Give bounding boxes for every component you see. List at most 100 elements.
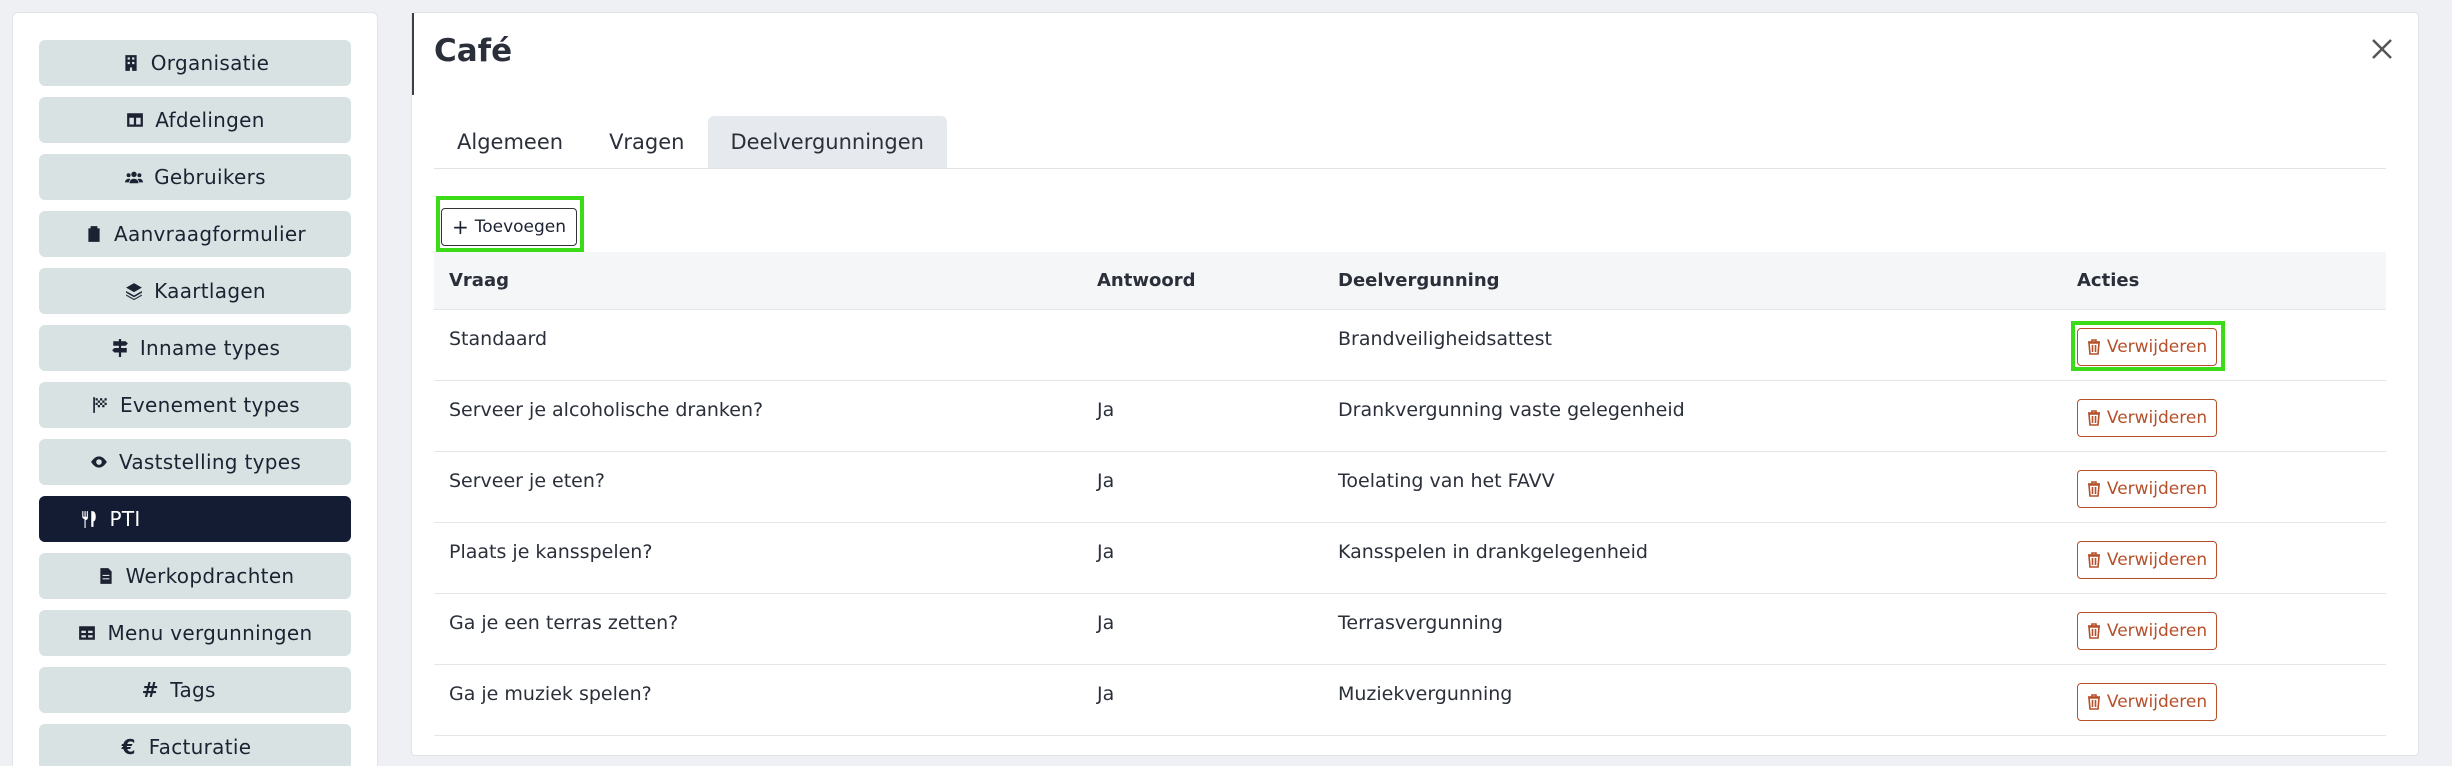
cell-vraag: Plaats je kansspelen?	[449, 541, 653, 563]
page-title: Café	[434, 33, 513, 69]
sidebar: Organisatie Afdelingen Gebruikers Aanvra…	[12, 12, 378, 766]
delete-button[interactable]: Verwijderen	[2077, 470, 2217, 508]
sidebar-item-label: Evenement types	[119, 393, 301, 417]
close-icon	[2372, 39, 2392, 59]
sidebar-item-pti[interactable]: PTI	[39, 496, 351, 542]
table-row: Ga je een terras zetten? Ja Terrasvergun…	[434, 594, 2386, 665]
cell-antwoord: Ja	[1097, 683, 1115, 705]
euro-icon: €	[121, 735, 136, 759]
cell-deelvergunning: Terrasvergunning	[1338, 612, 1503, 634]
delete-button[interactable]: Verwijderen	[2077, 612, 2217, 650]
table-row: Serveer je alcoholische dranken? Ja Dran…	[434, 381, 2386, 452]
hash-icon: #	[141, 678, 159, 702]
grid-table-icon	[77, 623, 97, 643]
cell-antwoord	[1097, 310, 1338, 328]
sidebar-item-aanvraagformulier[interactable]: Aanvraagformulier	[39, 211, 351, 257]
tab-vragen[interactable]: Vragen	[586, 116, 707, 168]
sidebar-item-label: Kaartlagen	[154, 279, 266, 303]
panel-accent-rule	[412, 13, 414, 95]
sidebar-item-facturatie[interactable]: € Facturatie	[39, 724, 351, 766]
building-icon	[121, 53, 141, 73]
close-button[interactable]	[2368, 35, 2396, 63]
trash-icon	[2087, 481, 2100, 497]
utensils-icon	[79, 509, 99, 529]
sidebar-item-label: Vaststelling types	[118, 450, 302, 474]
delete-button[interactable]: Verwijderen	[2077, 399, 2217, 437]
signpost-icon	[110, 338, 130, 358]
cell-acties: Verwijderen	[2061, 310, 2386, 371]
trash-icon	[2087, 410, 2100, 426]
eye-icon	[89, 452, 109, 472]
sidebar-item-label: Facturatie	[148, 735, 252, 759]
add-button[interactable]: + Toevoegen	[441, 208, 577, 246]
column-header-vraag: Vraag	[449, 270, 509, 291]
table-header: Vraag Antwoord Deelvergunning Acties	[434, 252, 2386, 310]
sidebar-item-tags[interactable]: # Tags	[39, 667, 351, 713]
delete-button[interactable]: Verwijderen	[2077, 541, 2217, 579]
plus-icon: +	[451, 215, 469, 239]
sidebar-item-menu-vergunningen[interactable]: Menu vergunningen	[39, 610, 351, 656]
sidebar-item-werkopdrachten[interactable]: Werkopdrachten	[39, 553, 351, 599]
sidebar-item-label: Aanvraagformulier	[114, 222, 306, 246]
cell-deelvergunning: Brandveiligheidsattest	[1338, 328, 1552, 350]
cell-deelvergunning: Muziekvergunning	[1338, 683, 1513, 705]
table-row: Plaats je kansspelen? Ja Kansspelen in d…	[434, 523, 2386, 594]
cell-antwoord: Ja	[1097, 541, 1115, 563]
sidebar-item-label: PTI	[109, 507, 141, 531]
layers-icon	[124, 281, 144, 301]
file-icon	[96, 566, 116, 586]
delete-button-label: Verwijderen	[2106, 337, 2208, 357]
tab-algemeen[interactable]: Algemeen	[434, 116, 586, 168]
cell-deelvergunning: Kansspelen in drankgelegenheid	[1338, 541, 1648, 563]
deelvergunningen-table: Vraag Antwoord Deelvergunning Acties Sta…	[434, 252, 2386, 736]
sidebar-item-label: Gebruikers	[154, 165, 266, 189]
cell-acties: Verwijderen	[2061, 665, 2386, 721]
clipboard-icon	[84, 224, 104, 244]
cell-acties: Verwijderen	[2061, 594, 2386, 650]
add-button-label: Toevoegen	[474, 217, 567, 237]
detail-panel: Café Algemeen Vragen Deelvergunningen + …	[411, 12, 2419, 756]
cell-antwoord: Ja	[1097, 612, 1115, 634]
sidebar-item-label: Organisatie	[150, 51, 270, 75]
sidebar-item-inname-types[interactable]: Inname types	[39, 325, 351, 371]
sidebar-item-afdelingen[interactable]: Afdelingen	[39, 97, 351, 143]
cell-deelvergunning: Drankvergunning vaste gelegenheid	[1338, 399, 1685, 421]
trash-icon	[2087, 623, 2100, 639]
table-layout-icon	[125, 110, 145, 130]
cell-acties: Verwijderen	[2061, 381, 2386, 437]
trash-icon	[2087, 552, 2100, 568]
cell-acties: Verwijderen	[2061, 452, 2386, 508]
sidebar-item-evenement-types[interactable]: Evenement types	[39, 382, 351, 428]
cell-vraag: Ga je een terras zetten?	[449, 612, 679, 634]
sidebar-item-label: Afdelingen	[155, 108, 265, 132]
trash-icon	[2087, 694, 2100, 710]
cell-vraag: Ga je muziek spelen?	[449, 683, 652, 705]
sidebar-item-gebruikers[interactable]: Gebruikers	[39, 154, 351, 200]
sidebar-item-organisatie[interactable]: Organisatie	[39, 40, 351, 86]
table-row: Standaard Brandveiligheidsattest Verwijd…	[434, 310, 2386, 381]
table-row: Serveer je eten? Ja Toelating van het FA…	[434, 452, 2386, 523]
cell-antwoord: Ja	[1097, 470, 1115, 492]
sidebar-item-label: Inname types	[139, 336, 281, 360]
cell-vraag: Standaard	[449, 328, 548, 350]
sidebar-item-label: Tags	[170, 678, 216, 702]
sidebar-item-kaartlagen[interactable]: Kaartlagen	[39, 268, 351, 314]
cell-acties: Verwijderen	[2061, 523, 2386, 579]
column-header-acties: Acties	[2077, 270, 2140, 291]
trash-icon	[2087, 339, 2100, 355]
delete-button-label: Verwijderen	[2106, 479, 2208, 499]
sidebar-item-vaststelling-types[interactable]: Vaststelling types	[39, 439, 351, 485]
delete-button-label: Verwijderen	[2106, 692, 2208, 712]
cell-antwoord: Ja	[1097, 399, 1115, 421]
delete-button-label: Verwijderen	[2106, 408, 2208, 428]
column-header-antwoord: Antwoord	[1097, 270, 1196, 291]
sidebar-item-label: Werkopdrachten	[125, 564, 295, 588]
sidebar-item-label: Menu vergunningen	[107, 621, 313, 645]
delete-button[interactable]: Verwijderen	[2077, 683, 2217, 721]
tab-deelvergunningen[interactable]: Deelvergunningen	[707, 116, 947, 168]
delete-button[interactable]: Verwijderen	[2077, 328, 2217, 366]
users-icon	[124, 167, 144, 187]
delete-button-label: Verwijderen	[2106, 550, 2208, 570]
cell-vraag: Serveer je alcoholische dranken?	[449, 399, 764, 421]
column-header-deelvergunning: Deelvergunning	[1338, 270, 1500, 291]
